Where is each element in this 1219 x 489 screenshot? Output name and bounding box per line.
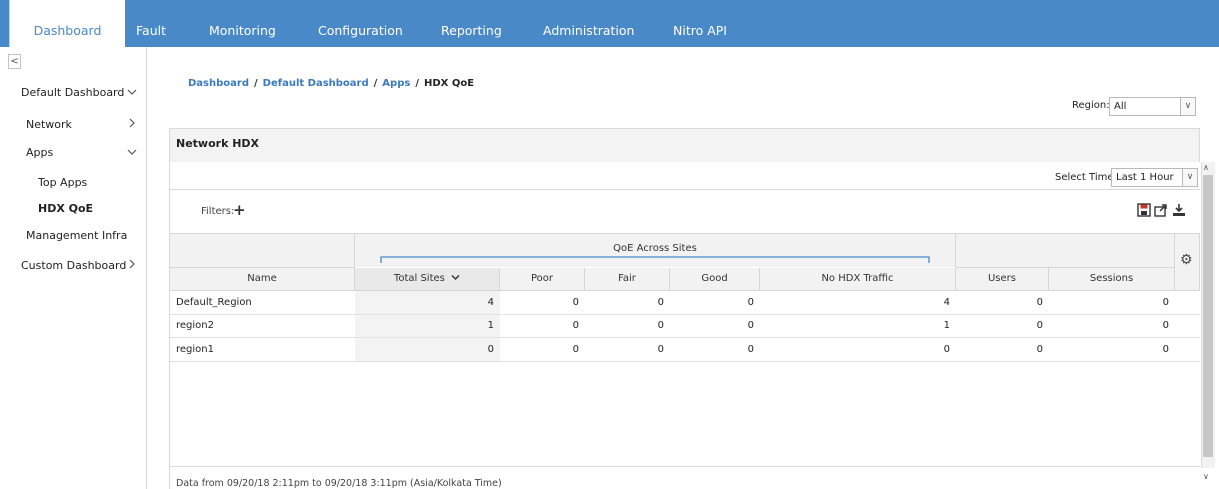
breadcrumb-apps[interactable]: Apps — [382, 78, 410, 89]
breadcrumb-separator: / — [373, 78, 378, 89]
tab-monitoring[interactable]: Monitoring — [209, 0, 276, 47]
cell-spacer — [1175, 315, 1200, 338]
chevron-down-icon[interactable]: ∨ — [1182, 169, 1197, 186]
cell-spacer — [1175, 338, 1200, 362]
cell-total-sites: 4 — [355, 291, 500, 315]
cell-users: 0 — [956, 291, 1049, 315]
cell-good: 0 — [670, 315, 760, 338]
sidebar-item-apps[interactable]: Apps — [26, 146, 53, 159]
select-time-dropdown[interactable]: Last 1 Hour ∨ — [1111, 168, 1198, 187]
breadcrumb-dashboard[interactable]: Dashboard — [188, 78, 249, 89]
tab-fault[interactable]: Fault — [136, 0, 166, 47]
column-header-users[interactable]: Users — [956, 268, 1049, 291]
tab-dashboard[interactable]: Dashboard — [9, 0, 125, 47]
column-header-sessions[interactable]: Sessions — [1049, 268, 1175, 291]
cell-sessions: 0 — [1049, 291, 1175, 315]
breadcrumb-current: HDX QoE — [423, 78, 475, 89]
save-icon[interactable] — [1137, 203, 1151, 217]
cell-poor: 0 — [500, 291, 585, 315]
top-nav: Dashboard Fault Monitoring Configuration… — [0, 0, 1219, 47]
scroll-up-icon[interactable]: ∧ — [1203, 163, 1209, 172]
sidebar-item-management-infra[interactable]: Management Infra — [26, 229, 127, 242]
add-filter-button[interactable]: + — [233, 201, 246, 219]
qoe-group-header: QoE Across Sites — [355, 233, 956, 267]
cell-fair: 0 — [585, 291, 670, 315]
cell-good: 0 — [670, 291, 760, 315]
sidebar-item-custom-dashboard[interactable]: Custom Dashboard — [21, 259, 126, 272]
panel-title: Network HDX — [176, 137, 260, 150]
table-footer-divider — [170, 466, 1200, 467]
scroll-down-icon[interactable]: ∨ — [1203, 472, 1209, 481]
cell-name: Default_Region — [170, 291, 355, 315]
total-sites-label: Total Sites — [393, 273, 445, 284]
column-header-fair[interactable]: Fair — [585, 268, 670, 291]
chevron-down-icon[interactable] — [127, 148, 137, 156]
cell-users: 0 — [956, 338, 1049, 362]
table-header-spacer — [170, 233, 355, 268]
sidebar-item-network[interactable]: Network — [26, 118, 72, 131]
data-range-note: Data from 09/20/18 2:11pm to 09/20/18 3:… — [176, 478, 502, 489]
select-time-label: Select Time: — [1055, 172, 1117, 183]
qoe-group-label: QoE Across Sites — [613, 243, 697, 254]
cell-no-hdx-traffic: 0 — [760, 338, 956, 362]
tab-administration[interactable]: Administration — [543, 0, 634, 47]
region-label: Region: — [1072, 100, 1110, 111]
scrollbar-thumb[interactable] — [1203, 175, 1213, 457]
column-header-good[interactable]: Good — [670, 268, 760, 291]
sidebar-collapse-button[interactable]: < — [8, 54, 21, 69]
cell-sessions: 0 — [1049, 338, 1175, 362]
chevron-down-icon[interactable] — [127, 88, 137, 96]
chevron-right-icon[interactable] — [128, 118, 136, 128]
breadcrumb-separator: / — [415, 78, 419, 89]
cell-spacer — [1175, 291, 1200, 315]
cell-no-hdx-traffic: 1 — [760, 315, 956, 338]
cell-good: 0 — [670, 338, 760, 362]
cell-fair: 0 — [585, 338, 670, 362]
cell-fair: 0 — [585, 315, 670, 338]
cell-no-hdx-traffic: 4 — [760, 291, 956, 315]
sidebar-item-top-apps[interactable]: Top Apps — [38, 176, 87, 189]
cell-poor: 0 — [500, 338, 585, 362]
cell-users: 0 — [956, 315, 1049, 338]
sidebar-item-default-dashboard[interactable]: Default Dashboard — [21, 86, 124, 99]
cell-total-sites: 1 — [355, 315, 500, 338]
breadcrumb-default-dashboard[interactable]: Default Dashboard — [263, 78, 369, 89]
chevron-down-icon[interactable]: ∨ — [1180, 98, 1195, 115]
export-icon[interactable] — [1154, 203, 1168, 217]
column-settings-cell: ⚙ — [1175, 233, 1200, 291]
chevron-down-icon[interactable] — [451, 274, 460, 281]
column-header-total-sites[interactable]: Total Sites — [355, 268, 500, 291]
breadcrumb: Dashboard / Default Dashboard / Apps / HDX QoE — [188, 78, 474, 89]
column-header-no-hdx-traffic[interactable]: No HDX Traffic — [760, 268, 956, 291]
tab-nitro-api[interactable]: Nitro API — [673, 0, 727, 47]
tab-configuration[interactable]: Configuration — [318, 0, 403, 47]
column-header-poor[interactable]: Poor — [500, 268, 585, 291]
cell-name: region2 — [170, 315, 355, 338]
sidebar-item-hdx-qoe[interactable]: HDX QoE — [38, 202, 93, 215]
chevron-right-icon[interactable] — [128, 259, 136, 269]
region-select-value: All — [1114, 101, 1127, 112]
tab-reporting[interactable]: Reporting — [441, 0, 502, 47]
filters-label: Filters: — [201, 206, 235, 217]
breadcrumb-separator: / — [254, 78, 258, 89]
select-time-value: Last 1 Hour — [1116, 172, 1174, 183]
cell-poor: 0 — [500, 315, 585, 338]
cell-name: region1 — [170, 338, 355, 362]
table-header-spacer — [956, 233, 1175, 268]
gear-icon[interactable]: ⚙ — [1180, 252, 1193, 268]
column-header-name[interactable]: Name — [170, 268, 355, 291]
cell-total-sites: 0 — [355, 338, 500, 362]
download-icon[interactable] — [1172, 203, 1186, 217]
qoe-group-bracket — [380, 256, 930, 263]
cell-sessions: 0 — [1049, 315, 1175, 338]
region-select[interactable]: All ∨ — [1109, 97, 1196, 116]
